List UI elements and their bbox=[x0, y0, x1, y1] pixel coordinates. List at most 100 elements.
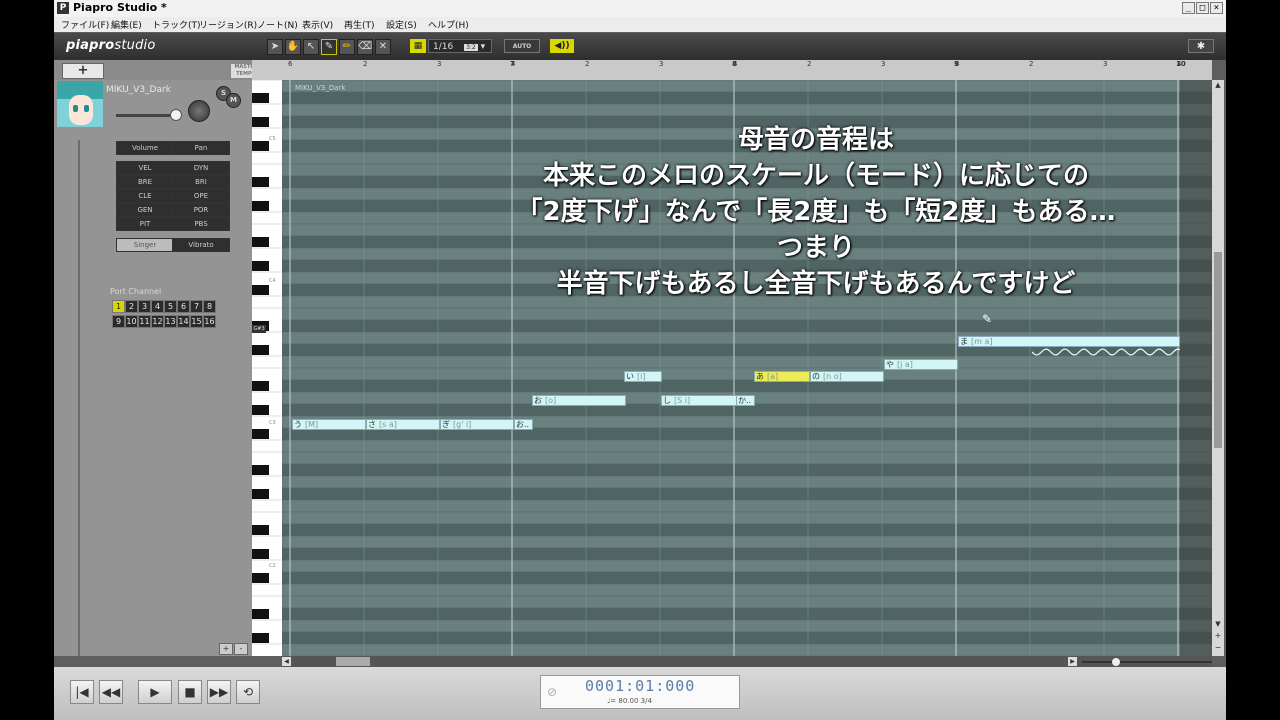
zoom-out-icon[interactable]: − bbox=[1213, 643, 1223, 652]
scroll-up-icon[interactable]: ▲ bbox=[1213, 81, 1223, 90]
channel-13[interactable]: 13 bbox=[164, 315, 177, 328]
speaker-icon[interactable]: ◀)) bbox=[550, 39, 574, 53]
zoom-slider-knob[interactable] bbox=[1112, 658, 1120, 666]
note[interactable]: う [M] bbox=[292, 419, 366, 430]
channel-3[interactable]: 3 bbox=[138, 300, 151, 313]
horizontal-scroll-thumb[interactable] bbox=[336, 657, 370, 666]
channel-2[interactable]: 2 bbox=[125, 300, 138, 313]
play-button[interactable]: ▶ bbox=[138, 680, 172, 704]
bar-label: 7 bbox=[510, 60, 515, 68]
zoom-in-icon[interactable]: + bbox=[1213, 631, 1223, 640]
param-bre[interactable]: BRE bbox=[116, 175, 174, 189]
logo-main: piapro bbox=[66, 38, 115, 53]
note[interactable]: い [i] bbox=[624, 371, 662, 382]
channel-14[interactable]: 14 bbox=[177, 315, 190, 328]
channel-7[interactable]: 7 bbox=[190, 300, 203, 313]
channel-12[interactable]: 12 bbox=[151, 315, 164, 328]
channel-16[interactable]: 16 bbox=[203, 315, 216, 328]
menu-track[interactable]: トラック(T) bbox=[152, 18, 201, 31]
track-volume-slider[interactable] bbox=[116, 114, 174, 117]
port-channel-label: Port Channel bbox=[110, 287, 162, 296]
note[interactable]: や [j a] bbox=[884, 359, 958, 370]
tab-pan[interactable]: Pan bbox=[172, 141, 230, 155]
loop-button[interactable]: ⟲ bbox=[236, 680, 260, 704]
menu-note[interactable]: ノート(N) bbox=[257, 18, 298, 31]
singer-avatar[interactable] bbox=[57, 81, 103, 127]
note[interactable]: お [o] bbox=[532, 395, 626, 406]
channel-10[interactable]: 10 bbox=[125, 315, 138, 328]
vertical-scrollbar[interactable]: ▲ ▼ + − bbox=[1212, 80, 1224, 656]
minimize-button[interactable]: _ bbox=[1182, 2, 1195, 14]
line-tool-icon[interactable]: ✏ bbox=[339, 39, 355, 55]
note[interactable]: か.. bbox=[736, 395, 755, 406]
menu-settings[interactable]: 設定(S) bbox=[386, 18, 417, 31]
gear-icon[interactable]: ✱ bbox=[1188, 39, 1214, 53]
param-vel[interactable]: VEL bbox=[116, 161, 174, 175]
menu-edit[interactable]: 編集(E) bbox=[111, 18, 142, 31]
menu-playback[interactable]: 再生(T) bbox=[344, 18, 375, 31]
stop-button[interactable]: ■ bbox=[178, 680, 202, 704]
note[interactable]: さ [s a] bbox=[366, 419, 440, 430]
rewind-to-start-button[interactable]: |◀ bbox=[70, 680, 94, 704]
channel-11[interactable]: 11 bbox=[138, 315, 151, 328]
fast-forward-button[interactable]: ▶▶ bbox=[207, 680, 231, 704]
delete-tool-icon[interactable]: ✕ bbox=[375, 39, 391, 55]
menu-view[interactable]: 表示(V) bbox=[302, 18, 333, 31]
note-selected[interactable]: あ [a] bbox=[754, 371, 810, 382]
channel-5[interactable]: 5 bbox=[164, 300, 177, 313]
channel-1[interactable]: 1 bbox=[112, 300, 125, 313]
param-pit[interactable]: PIT bbox=[116, 217, 174, 231]
note[interactable]: の [n o] bbox=[810, 371, 884, 382]
horizontal-zoom-slider[interactable] bbox=[1082, 658, 1212, 666]
menu-region[interactable]: リージョン(R) bbox=[199, 18, 257, 31]
horizontal-scrollbar[interactable]: ◀ ▶ bbox=[282, 656, 1212, 667]
param-por[interactable]: POR bbox=[172, 203, 230, 217]
pencil-tool-icon[interactable]: ✎ bbox=[321, 39, 337, 55]
quantize-select[interactable]: 1/16 3:2 ▾ bbox=[428, 39, 492, 53]
channel-9[interactable]: 9 bbox=[112, 315, 125, 328]
mute-button[interactable]: M bbox=[226, 93, 241, 108]
grab-tool-icon[interactable]: ✋ bbox=[285, 39, 301, 55]
grid-snap-icon[interactable]: ▦ bbox=[410, 39, 426, 53]
tab-volume[interactable]: Volume bbox=[116, 141, 174, 155]
vertical-scroll-thumb[interactable] bbox=[1214, 252, 1222, 448]
param-dyn[interactable]: DYN bbox=[172, 161, 230, 175]
channel-4[interactable]: 4 bbox=[151, 300, 164, 313]
link-icon[interactable]: ⊘ bbox=[547, 685, 557, 699]
param-cle[interactable]: CLE bbox=[116, 189, 174, 203]
tab-singer[interactable]: Singer bbox=[116, 238, 174, 252]
note[interactable]: ぎ [g' i] bbox=[440, 419, 514, 430]
menu-help[interactable]: ヘルプ(H) bbox=[428, 18, 469, 31]
arrow-tool-icon[interactable]: ➤ bbox=[267, 39, 283, 55]
scroll-down-icon[interactable]: ▼ bbox=[1213, 620, 1223, 629]
scroll-left-icon[interactable]: ◀ bbox=[282, 657, 291, 666]
channel-8[interactable]: 8 bbox=[203, 300, 216, 313]
pan-knob[interactable] bbox=[188, 100, 210, 122]
tab-vibrato[interactable]: Vibrato bbox=[172, 238, 230, 252]
eraser-tool-icon[interactable]: ⌫ bbox=[357, 39, 373, 55]
close-button[interactable]: × bbox=[1210, 2, 1223, 14]
channel-6[interactable]: 6 bbox=[177, 300, 190, 313]
maximize-button[interactable]: □ bbox=[1196, 2, 1209, 14]
note-phoneme: [M] bbox=[305, 420, 319, 429]
zoom-out-track-button[interactable]: - bbox=[234, 643, 248, 655]
rewind-button[interactable]: ◀◀ bbox=[99, 680, 123, 704]
note[interactable]: し [S i] bbox=[661, 395, 737, 406]
channel-15[interactable]: 15 bbox=[190, 315, 203, 328]
param-bri[interactable]: BRI bbox=[172, 175, 230, 189]
param-gen[interactable]: GEN bbox=[116, 203, 174, 217]
select-tool-icon[interactable]: ↖ bbox=[303, 39, 319, 55]
zoom-in-track-button[interactable]: + bbox=[219, 643, 233, 655]
piano-keyboard[interactable]: C5 C4 G#3 C3 C2 bbox=[252, 80, 282, 656]
add-track-button[interactable]: + bbox=[62, 63, 104, 79]
note[interactable]: お.. bbox=[514, 419, 533, 430]
param-ope[interactable]: OPE bbox=[172, 189, 230, 203]
track-name[interactable]: MIKU_V3_Dark bbox=[106, 85, 171, 95]
param-pbs[interactable]: PBS bbox=[172, 217, 230, 231]
scroll-right-icon[interactable]: ▶ bbox=[1068, 657, 1077, 666]
note[interactable]: ま [m a] bbox=[958, 336, 1180, 347]
timeline-ruler[interactable]: 6 2 3 4 7 2 3 4 8 2 3 4 9 2 3 4 10 bbox=[252, 60, 1212, 81]
volume-slider-knob[interactable] bbox=[170, 109, 182, 121]
auto-button[interactable]: AUTO bbox=[504, 39, 540, 53]
menu-file[interactable]: ファイル(F) bbox=[61, 18, 109, 31]
